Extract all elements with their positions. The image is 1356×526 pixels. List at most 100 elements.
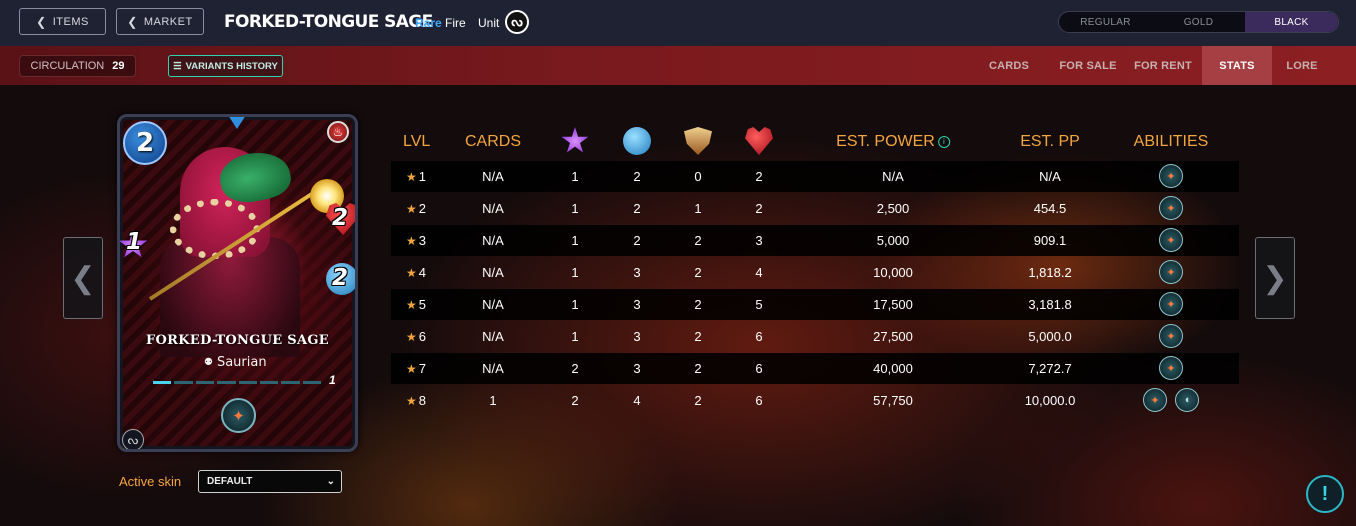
- circulation-value: 29: [112, 60, 125, 72]
- cell-est-power: 27,500: [873, 329, 913, 344]
- cell-cards: N/A: [482, 233, 504, 248]
- cell-health: 2: [755, 169, 763, 184]
- cell-est-pp: 10,000.0: [1024, 393, 1076, 408]
- circulation-label: CIRCULATION: [30, 60, 105, 72]
- foil-toggle: REGULAR GOLD BLACK: [1058, 11, 1339, 33]
- ability-icon[interactable]: ✦: [1159, 260, 1183, 284]
- help-button[interactable]: !: [1306, 475, 1344, 513]
- table-row: ★ 6 N/A 1 3 2 6 27,500 5,000.0 ✦: [391, 321, 1239, 352]
- mana-cost: 2: [123, 121, 167, 165]
- tab-stats[interactable]: STATS: [1202, 46, 1272, 85]
- magic-attack-value: 1: [126, 229, 143, 255]
- circulation-badge: CIRCULATION 29: [19, 55, 136, 77]
- ability-icon[interactable]: ✦: [1143, 388, 1167, 412]
- edition-icon: ᔓ: [122, 429, 144, 449]
- ability-icon[interactable]: ✦: [1159, 164, 1183, 188]
- cell-est-power: 40,000: [873, 361, 913, 376]
- foil-option-gold[interactable]: GOLD: [1152, 12, 1245, 32]
- cell-speed: 3: [633, 329, 641, 344]
- fire-element-icon: ♨: [327, 121, 349, 143]
- star-icon: ★: [406, 266, 417, 280]
- cell-est-power: 5,000: [876, 233, 910, 248]
- cell-est-pp: 909.1: [1033, 233, 1067, 248]
- cell-est-pp: 1,818.2: [1028, 265, 1072, 280]
- star-icon: ★: [406, 298, 417, 312]
- level-segment: [174, 381, 193, 384]
- lvl-value: 2: [418, 201, 426, 216]
- header-est-power: EST. POWER i: [836, 133, 950, 151]
- tab-cards[interactable]: CARDS: [978, 46, 1040, 85]
- star-icon: ★: [406, 394, 417, 408]
- card-name: FORKED-TONGUE SAGE: [146, 333, 329, 348]
- cell-health: 3: [755, 233, 763, 248]
- ability-icon[interactable]: ✦: [1159, 228, 1183, 252]
- cell-health: 5: [755, 297, 763, 312]
- active-skin-select[interactable]: DEFAULT ⌄: [198, 470, 342, 493]
- cell-cards: 1: [489, 393, 497, 408]
- variants-history-label: VARIANTS HISTORY: [185, 60, 278, 72]
- cell-health: 2: [755, 201, 763, 216]
- ability-icon[interactable]: ✦: [1159, 356, 1183, 380]
- level-progress-bar: [153, 381, 321, 384]
- table-row: ★ 2 N/A 1 2 1 2 2,500 454.5 ✦: [391, 193, 1239, 224]
- table-row: ★ 1 N/A 1 2 0 2 N/A N/A ✦: [391, 161, 1239, 192]
- ability-icon[interactable]: ✦: [1159, 292, 1183, 316]
- header-lvl: LVL: [403, 133, 431, 150]
- tabs: CARDS FOR SALE FOR RENT STATS LORE: [978, 46, 1356, 85]
- cell-health: 6: [755, 329, 763, 344]
- cell-est-pp: N/A: [1039, 169, 1061, 184]
- back-chevron-icon: ❮: [127, 14, 138, 29]
- cell-armor: 2: [694, 265, 702, 280]
- speed-value: 2: [332, 265, 349, 291]
- top-bar: ❮ ITEMS ❮ MARKET FORKED-TONGUE SAGE Rare…: [0, 0, 1356, 46]
- ability-icon[interactable]: ◖: [1175, 388, 1199, 412]
- tab-lore[interactable]: LORE: [1272, 46, 1332, 85]
- cell-health: 6: [755, 393, 763, 408]
- active-skin-label: Active skin: [119, 474, 182, 489]
- cell-armor: 1: [694, 201, 702, 216]
- rarity-label: Rare: [415, 16, 442, 30]
- cell-lvl: ★ 2: [406, 201, 426, 216]
- cell-health: 4: [755, 265, 763, 280]
- card-image: 2 ♨ 1 2 2 FORKED-TONGUE SAGE ⚉ Saurian 1…: [117, 114, 358, 452]
- header-est-pp: EST. PP: [1020, 133, 1080, 150]
- active-skin-value: DEFAULT: [207, 476, 253, 487]
- cell-armor: 2: [694, 297, 702, 312]
- cell-cards: N/A: [482, 265, 504, 280]
- next-card-arrow-icon[interactable]: ❯: [1255, 237, 1295, 319]
- ability-icon[interactable]: ✦: [1159, 196, 1183, 220]
- chevron-down-icon: ⌄: [326, 476, 335, 487]
- unit-type-icon: ᔓ: [505, 10, 529, 34]
- cell-armor: 0: [694, 169, 702, 184]
- info-icon[interactable]: i: [937, 135, 950, 148]
- lvl-value: 3: [418, 233, 426, 248]
- cell-speed: 2: [633, 169, 641, 184]
- tab-for-sale[interactable]: FOR SALE: [1052, 46, 1124, 85]
- foil-option-regular[interactable]: REGULAR: [1059, 12, 1152, 32]
- cell-magic: 1: [571, 201, 579, 216]
- lvl-value: 5: [418, 297, 426, 312]
- cell-est-power: N/A: [882, 169, 904, 184]
- table-row: ★ 5 N/A 1 3 2 5 17,500 3,181.8 ✦: [391, 289, 1239, 320]
- level-segment: [195, 381, 215, 384]
- cell-magic: 1: [571, 265, 579, 280]
- card-ability-icon[interactable]: ✦: [221, 398, 256, 433]
- table-row: ★ 8 1 2 4 2 6 57,750 10,000.0 ✦ ◖: [391, 385, 1239, 416]
- tab-for-rent[interactable]: FOR RENT: [1124, 46, 1202, 85]
- card-title: FORKED-TONGUE SAGE: [224, 12, 433, 32]
- items-button[interactable]: ❮ ITEMS: [19, 8, 106, 35]
- cell-cards: N/A: [482, 329, 504, 344]
- lvl-value: 1: [418, 169, 426, 184]
- variants-history-button[interactable]: ☰ VARIANTS HISTORY: [168, 55, 283, 77]
- ability-icon[interactable]: ✦: [1159, 324, 1183, 348]
- cell-lvl: ★ 6: [406, 329, 426, 344]
- cell-armor: 2: [694, 393, 702, 408]
- foil-option-black[interactable]: BLACK: [1245, 12, 1338, 32]
- level-segment: [238, 381, 257, 384]
- cell-speed: 3: [633, 361, 641, 376]
- table-row: ★ 4 N/A 1 3 2 4 10,000 1,818.2 ✦: [391, 257, 1239, 288]
- level-segment: [302, 381, 321, 384]
- market-button[interactable]: ❮ MARKET: [116, 8, 204, 35]
- card-art-beads: [170, 199, 260, 259]
- previous-card-arrow-icon[interactable]: ❮: [63, 237, 103, 319]
